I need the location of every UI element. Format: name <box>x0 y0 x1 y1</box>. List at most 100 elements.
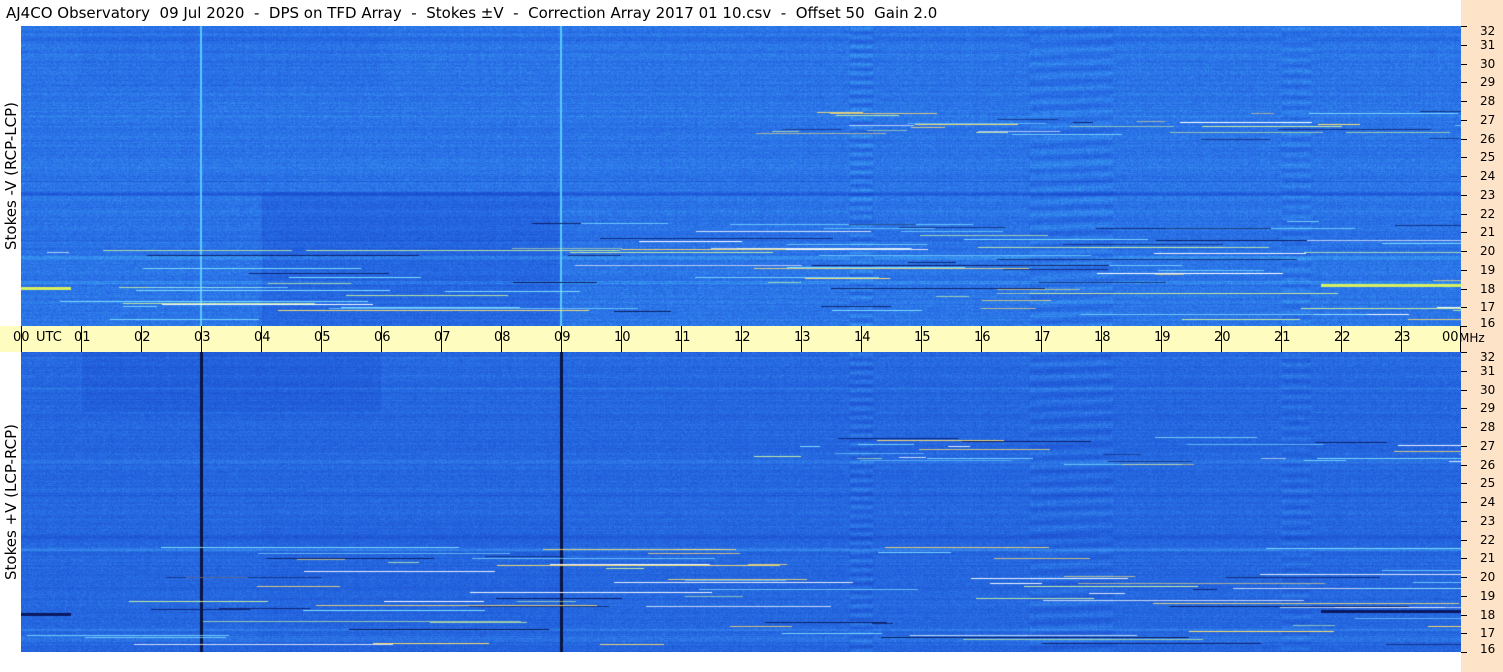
frequency-tick-label: 16 <box>1480 316 1496 330</box>
frequency-tick-label: 32 <box>1480 24 1496 38</box>
frequency-tick-mark <box>1461 445 1467 447</box>
time-tick-label: 21 <box>1274 330 1291 345</box>
frequency-tick-label: 19 <box>1480 588 1496 603</box>
time-tick-label: 01 <box>74 330 91 345</box>
frequency-tick-label: 27 <box>1480 438 1496 453</box>
time-tick-label: 04 <box>254 330 271 345</box>
time-tick-label: 00 <box>1442 330 1459 345</box>
frequency-tick-mark <box>1461 269 1467 271</box>
frequency-tick-mark <box>1461 464 1467 466</box>
frequency-tick-label: 21 <box>1480 551 1496 566</box>
frequency-tick-mark <box>1461 539 1467 541</box>
frequency-tick-label: 18 <box>1480 281 1496 296</box>
spectrogram-stokes-plus-v[interactable] <box>21 352 1461 652</box>
frequency-tick-label: 25 <box>1480 150 1496 165</box>
frequency-tick-mark <box>1461 370 1467 372</box>
frequency-tick-mark <box>1461 483 1467 485</box>
time-tick-label: 00 <box>13 330 30 345</box>
time-tick-label: 13 <box>794 330 811 345</box>
frequency-tick-mark <box>1461 633 1467 635</box>
time-tick-label: 23 <box>1394 330 1411 345</box>
frequency-tick-label: 30 <box>1480 56 1496 71</box>
frequency-tick-label: 32 <box>1480 350 1496 364</box>
frequency-tick-label: 22 <box>1480 206 1496 221</box>
time-tick-label: 16 <box>974 330 991 345</box>
frequency-tick-label: 20 <box>1480 244 1496 258</box>
frequency-tick-mark <box>1461 288 1467 290</box>
y-axis-label-container-top: Stokes -V (RCP-LCP) <box>0 26 21 326</box>
mhz-unit-label: MHz <box>1459 331 1485 345</box>
frequency-tick-label: 28 <box>1480 420 1496 434</box>
frequency-tick-mark <box>1461 408 1467 410</box>
y-axis-label-top: Stokes -V (RCP-LCP) <box>1 102 20 250</box>
frequency-tick-label: 30 <box>1480 382 1496 397</box>
frequency-tick-label: 31 <box>1480 37 1496 52</box>
time-tick-label: 14 <box>854 330 871 345</box>
chart-title: AJ4CO Observatory 09 Jul 2020 - DPS on T… <box>0 0 1461 26</box>
spectrogram-stokes-minus-v[interactable] <box>21 26 1461 326</box>
frequency-tick-mark <box>1461 577 1467 578</box>
time-tick-label: 08 <box>494 330 511 345</box>
frequency-tick-mark <box>1461 326 1467 327</box>
frequency-tick-label: 23 <box>1480 187 1496 202</box>
time-tick-label: 15 <box>914 330 931 345</box>
frequency-tick-label: 17 <box>1480 626 1496 641</box>
frequency-tick-mark <box>1461 176 1467 177</box>
frequency-tick-mark <box>1461 389 1467 391</box>
time-tick-label: 03 <box>194 330 211 345</box>
frequency-tick-mark <box>1461 502 1467 503</box>
frequency-tick-mark <box>1461 44 1467 46</box>
frequency-tick-mark <box>1461 119 1467 121</box>
frequency-tick-label: 26 <box>1480 457 1496 472</box>
y-axis-label-container-bottom: Stokes +V (LCP-RCP) <box>0 352 21 652</box>
time-tick-label: 18 <box>1094 330 1111 345</box>
frequency-tick-label: 27 <box>1480 112 1496 127</box>
time-tick-label: 20 <box>1214 330 1231 345</box>
frequency-tick-label: 18 <box>1480 607 1496 622</box>
frequency-tick-mark <box>1461 157 1467 159</box>
frequency-tick-mark <box>1461 101 1467 102</box>
time-tick-label: 19 <box>1154 330 1171 345</box>
frequency-tick-mark <box>1461 138 1467 140</box>
frequency-tick-label: 29 <box>1480 401 1496 416</box>
frequency-tick-label: 26 <box>1480 131 1496 146</box>
frequency-tick-mark <box>1461 558 1467 560</box>
frequency-tick-mark <box>1461 427 1467 428</box>
time-tick-label: 05 <box>314 330 331 345</box>
frequency-tick-label: 19 <box>1480 262 1496 277</box>
time-tick-label: 02 <box>134 330 151 345</box>
time-tick-label: 22 <box>1334 330 1351 345</box>
frequency-tick-mark <box>1461 194 1467 196</box>
frequency-tick-label: 16 <box>1480 642 1496 656</box>
frequency-tick-label: 17 <box>1480 300 1496 315</box>
frequency-tick-label: 24 <box>1480 169 1496 183</box>
time-tick-label: 06 <box>374 330 391 345</box>
frequency-tick-mark <box>1461 232 1467 234</box>
frequency-tick-mark <box>1461 652 1467 653</box>
time-tick-label: 09 <box>554 330 571 345</box>
frequency-tick-mark <box>1461 251 1467 252</box>
frequency-tick-label: 29 <box>1480 75 1496 90</box>
frequency-tick-mark <box>1461 307 1467 309</box>
frequency-tick-label: 24 <box>1480 495 1496 509</box>
frequency-tick-label: 23 <box>1480 513 1496 528</box>
frequency-tick-label: 21 <box>1480 225 1496 240</box>
frequency-tick-mark <box>1461 352 1467 353</box>
footer-strip <box>0 652 1461 672</box>
time-tick-label: 17 <box>1034 330 1051 345</box>
frequency-tick-label: 22 <box>1480 532 1496 547</box>
y-axis-label-bottom: Stokes +V (LCP-RCP) <box>1 424 20 580</box>
frequency-tick-label: 31 <box>1480 363 1496 378</box>
frequency-tick-mark <box>1461 614 1467 616</box>
time-tick-label: 07 <box>434 330 451 345</box>
time-tick-label: 11 <box>674 330 691 345</box>
frequency-tick-mark <box>1461 26 1467 27</box>
frequency-tick-label: 20 <box>1480 570 1496 584</box>
frequency-tick-mark <box>1461 595 1467 597</box>
frequency-tick-label: 25 <box>1480 476 1496 491</box>
time-tick-label: 10 <box>614 330 631 345</box>
frequency-tick-mark <box>1461 82 1467 84</box>
frequency-tick-mark <box>1461 520 1467 522</box>
time-axis: 00 01 02 03 04 05 06 07 08 09 10 11 12 13 14 15 16 17 18 19… <box>0 326 1461 352</box>
frequency-tick-mark <box>1461 213 1467 215</box>
